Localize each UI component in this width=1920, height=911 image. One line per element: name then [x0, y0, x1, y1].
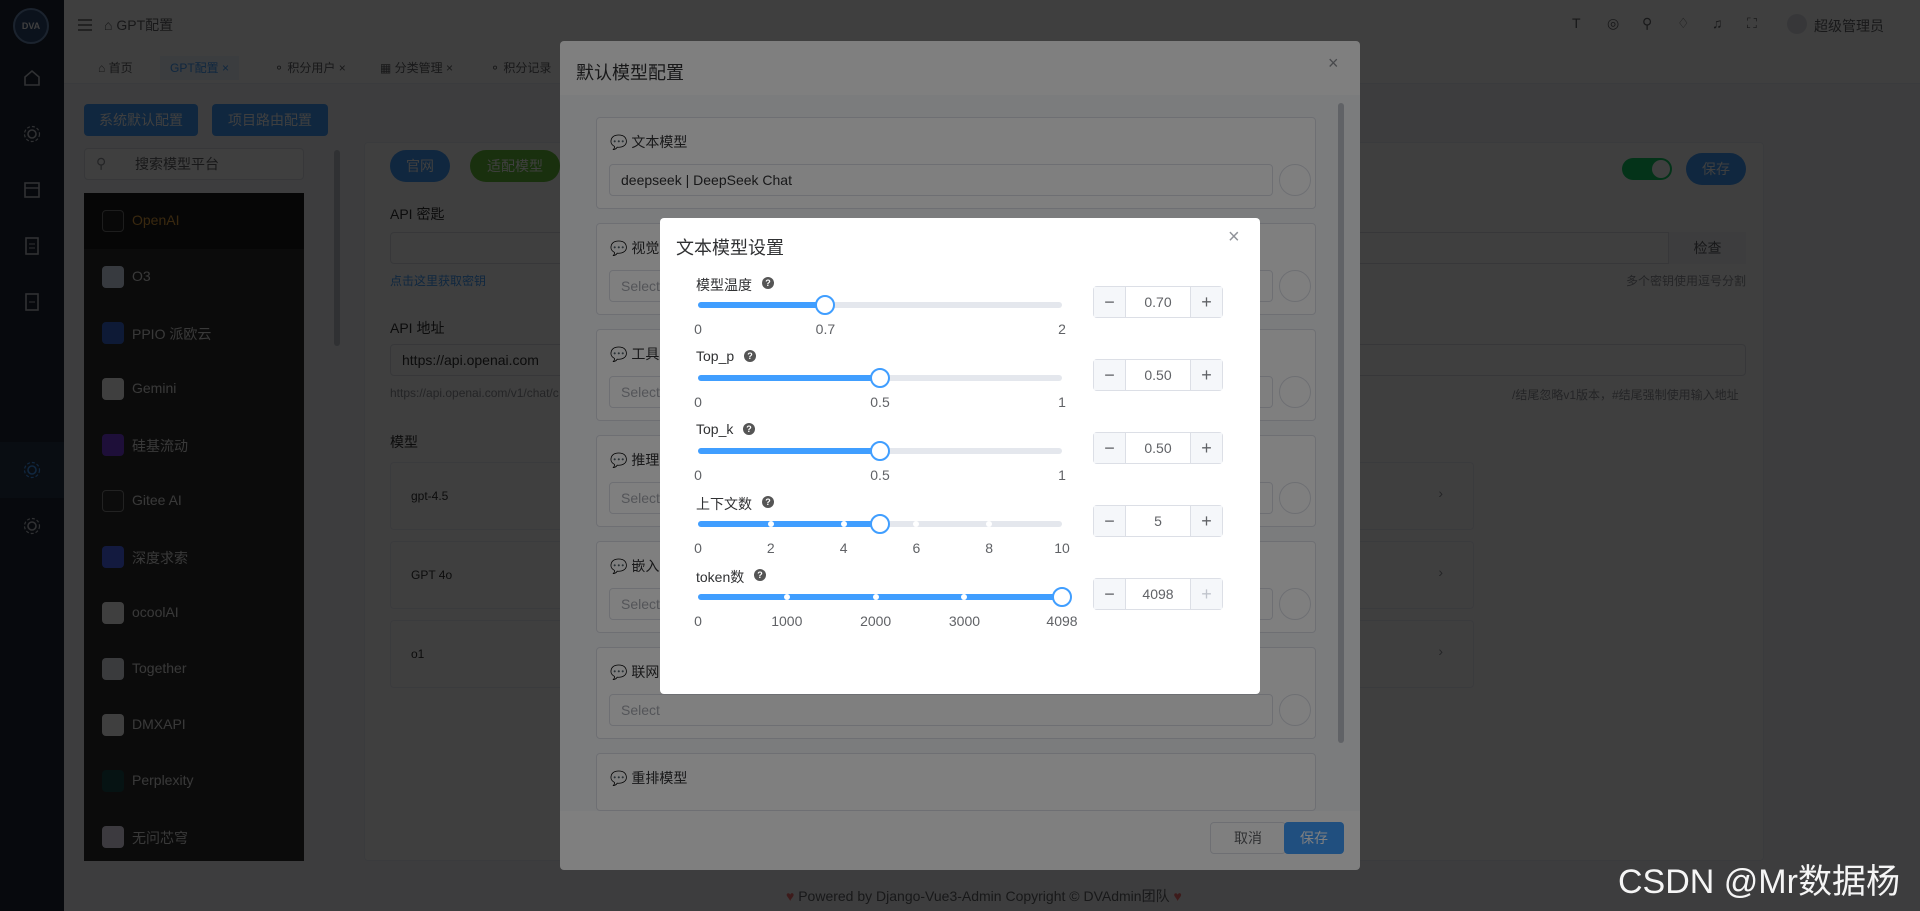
slider-track[interactable]: [698, 441, 1062, 461]
help-icon[interactable]: ?: [743, 423, 755, 435]
slider-row: 上下文数? 0 2 4 6 8 10 −5 +: [660, 492, 1260, 562]
decrease-button[interactable]: −: [1094, 360, 1126, 390]
slider-row: token数? 0 1000 2000 3000 4098−4098 +: [660, 565, 1260, 635]
slider-stop: [840, 521, 847, 527]
slider-fill: [698, 448, 880, 454]
number-stepper: −0.70 +: [1093, 286, 1223, 318]
decrease-button[interactable]: −: [1094, 506, 1126, 536]
number-stepper: −4098 +: [1093, 578, 1223, 610]
slider-fill: [698, 521, 880, 527]
slider-label: 模型温度: [696, 277, 752, 293]
decrease-button[interactable]: −: [1094, 579, 1126, 609]
slider-label: Top_p: [696, 348, 735, 364]
slider-mark: 0: [694, 394, 702, 410]
slider-mark: 8: [985, 540, 994, 556]
number-input[interactable]: 4098: [1126, 579, 1190, 609]
slider-handle[interactable]: [870, 368, 890, 388]
slider-mark: 1: [1058, 394, 1066, 410]
slider-mark: 0: [694, 467, 702, 483]
slider-mark: 1000: [771, 613, 803, 629]
increase-button[interactable]: +: [1190, 506, 1222, 536]
slider-mark: 1: [1058, 467, 1066, 483]
slider-mark: 0: [694, 613, 702, 629]
slider-mark: 6: [912, 540, 921, 556]
slider-stop: [767, 521, 774, 527]
number-stepper: −0.50 +: [1093, 432, 1223, 464]
slider-row: Top_p? 0 0.5 1 −0.50 +: [660, 346, 1260, 416]
decrease-button[interactable]: −: [1094, 287, 1126, 317]
slider-stop: [913, 521, 920, 527]
slider-fill: [698, 302, 826, 308]
number-stepper: −5 +: [1093, 505, 1223, 537]
slider-handle[interactable]: [815, 295, 836, 315]
watermark: CSDN @Mr数据杨: [1618, 863, 1900, 901]
number-input[interactable]: 0.70: [1126, 287, 1190, 317]
close-icon[interactable]: ×: [1228, 226, 1240, 249]
slider-track[interactable]: [698, 514, 1062, 534]
slider-mark: 2000: [860, 613, 892, 629]
slider-fill: [698, 594, 1062, 600]
slider-track[interactable]: [698, 368, 1062, 388]
slider-label: Top_k: [696, 421, 734, 437]
text-model-settings-dialog: 文本模型设置 × 模型温度? 0 0.7 2−0.70 + Top_p? 0 0.5 1−0.5…: [660, 218, 1260, 694]
slider-mark: 2: [1058, 321, 1066, 337]
slider-stop: [986, 521, 993, 527]
decrease-button[interactable]: −: [1094, 433, 1126, 463]
slider-row: Top_k? 0 0.5 1 −0.50 +: [660, 419, 1260, 489]
slider-label: token数: [696, 569, 745, 585]
slider-mark: 0: [694, 321, 702, 337]
number-stepper: −0.50 +: [1093, 359, 1223, 391]
slider-track[interactable]: [698, 295, 1062, 315]
increase-button[interactable]: +: [1190, 360, 1222, 390]
slider-row: 模型温度? 0 0.7 2 −0.70 +: [660, 273, 1260, 343]
slider-mark: 3000: [948, 613, 981, 629]
number-input[interactable]: 5: [1126, 506, 1190, 536]
slider-handle[interactable]: [1052, 587, 1072, 607]
help-icon[interactable]: ?: [754, 569, 766, 581]
slider-mark: 2: [766, 540, 775, 556]
slider-handle[interactable]: [870, 441, 890, 461]
increase-button[interactable]: +: [1190, 287, 1222, 317]
slider-track[interactable]: [698, 587, 1072, 607]
help-icon[interactable]: ?: [762, 277, 774, 289]
slider-stop: [872, 594, 879, 600]
slider-mark: 10: [1054, 540, 1070, 556]
slider-mark: 0.5: [870, 467, 890, 483]
increase-button[interactable]: +: [1190, 579, 1222, 609]
increase-button[interactable]: +: [1190, 433, 1222, 463]
slider-mark: 4: [839, 540, 848, 556]
number-input[interactable]: 0.50: [1126, 360, 1190, 390]
slider-mark: 0: [694, 540, 702, 556]
slider-fill: [698, 375, 880, 381]
slider-mark: 0.7: [815, 321, 836, 337]
dialog-title: 文本模型设置: [676, 238, 784, 258]
slider-mark: 0.5: [870, 394, 890, 410]
slider-label: 上下文数: [696, 496, 752, 512]
number-input[interactable]: 0.50: [1126, 433, 1190, 463]
slider-handle[interactable]: [870, 514, 890, 534]
help-icon[interactable]: ?: [744, 350, 756, 362]
slider-mark: 4098: [1046, 613, 1078, 629]
help-icon[interactable]: ?: [762, 496, 774, 508]
slider-stop: [783, 594, 790, 600]
